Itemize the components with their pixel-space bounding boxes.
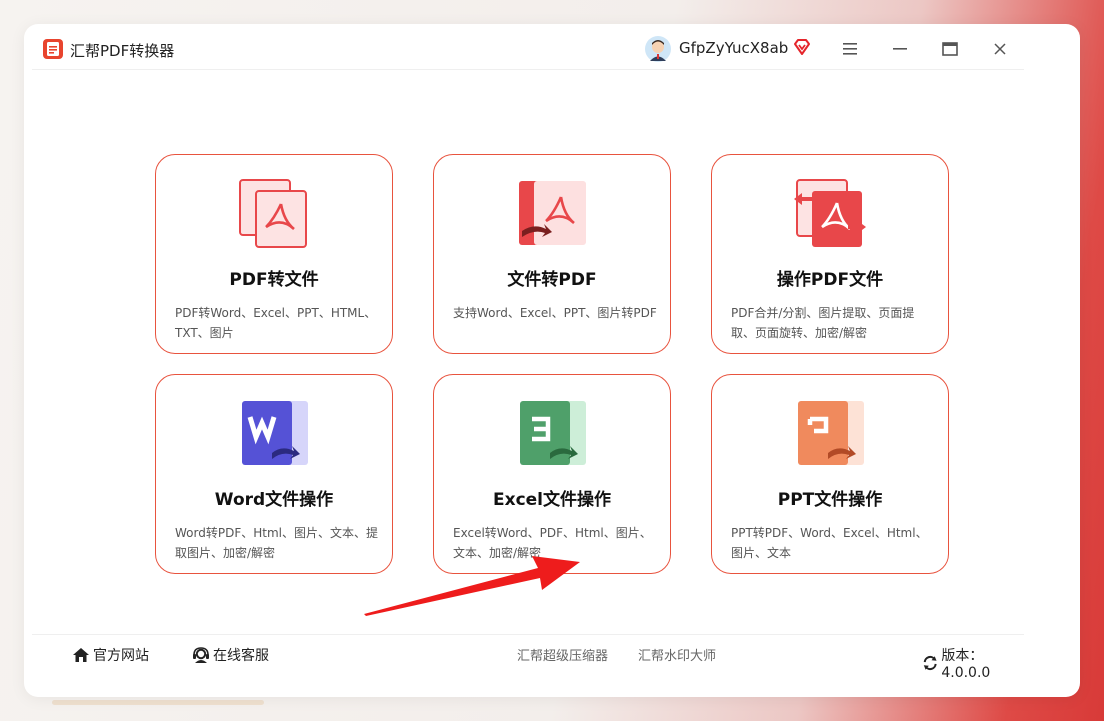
vip-diamond-icon[interactable] — [793, 38, 811, 56]
card-desc: PPT转PDF、Word、Excel、Html、图片、文本 — [731, 526, 928, 560]
card-title: PDF转文件 — [229, 270, 319, 290]
card-operate-pdf[interactable]: 操作PDF文件 PDF合并/分割、图片提取、页面提取、页面旋转、加密/解密 — [711, 154, 949, 354]
app-window — [24, 24, 1080, 697]
version-info[interactable]: 版本：4.0.0.0 — [922, 645, 1024, 681]
card-title: 操作PDF文件 — [776, 270, 884, 290]
maximize-icon — [942, 42, 958, 56]
card-desc: 支持Word、Excel、PPT、图片转PDF — [453, 306, 657, 320]
menu-icon — [843, 43, 857, 55]
close-icon — [994, 43, 1006, 55]
compressor-link[interactable]: 汇帮超级压缩器 — [517, 645, 608, 664]
card-pdf-to-file[interactable]: PDF转文件 PDF转Word、Excel、PPT、HTML、TXT、图片 — [155, 154, 393, 354]
official-website-label: 官方网站 — [93, 648, 149, 664]
watermark-link[interactable]: 汇帮水印大师 — [638, 645, 716, 664]
menu-button[interactable] — [838, 37, 862, 61]
card-word[interactable]: Word文件操作 Word转PDF、Html、图片、文本、提取图片、加密/解密 — [155, 374, 393, 574]
ppt-file-icon — [798, 401, 864, 465]
card-title: Word文件操作 — [214, 490, 334, 510]
minimize-icon — [893, 48, 907, 50]
card-desc: Word转PDF、Html、图片、文本、提取图片、加密/解密 — [175, 526, 378, 560]
word-file-icon — [242, 401, 308, 465]
online-support-label: 在线客服 — [213, 648, 269, 664]
home-icon — [73, 648, 89, 662]
app-logo-icon — [43, 39, 63, 59]
card-desc: PDF转Word、Excel、PPT、HTML、TXT、图片 — [175, 306, 377, 340]
official-website-link[interactable]: 官方网站 — [72, 645, 149, 665]
card-title: Excel文件操作 — [492, 490, 611, 510]
refresh-icon — [923, 655, 937, 671]
operate-pdf-icon — [794, 179, 866, 247]
card-title: PPT文件操作 — [777, 490, 883, 510]
headset-icon — [193, 647, 209, 663]
title-bar: 汇帮PDF转换器 GfpZyYucX8ab — [32, 32, 1024, 70]
username[interactable]: GfpZyYucX8ab — [679, 39, 788, 57]
card-file-to-pdf[interactable]: 文件转PDF 支持Word、Excel、PPT、图片转PDF — [433, 154, 671, 354]
card-ppt[interactable]: PPT文件操作 PPT转PDF、Word、Excel、Html、图片、文本 — [711, 374, 949, 574]
background-decoration — [52, 700, 264, 705]
card-desc: Excel转Word、PDF、Html、图片、文本、加密/解密 — [453, 526, 652, 560]
avatar-icon[interactable] — [644, 35, 672, 63]
online-support-link[interactable]: 在线客服 — [192, 645, 269, 665]
card-desc: PDF合并/分割、图片提取、页面提取、页面旋转、加密/解密 — [731, 306, 915, 340]
close-button[interactable] — [988, 37, 1012, 61]
card-excel[interactable]: Excel文件操作 Excel转Word、PDF、Html、图片、文本、加密/解… — [433, 374, 671, 574]
file-to-pdf-icon — [519, 181, 586, 245]
footer-bar: 官方网站 在线客服 汇帮超级压缩器 汇帮水印大师 版本：4.0.0.0 — [32, 634, 1024, 681]
card-title: 文件转PDF — [507, 270, 597, 290]
version-label: 版本：4.0.0.0 — [941, 648, 991, 681]
pdf-to-file-icon — [239, 179, 307, 248]
excel-file-icon — [520, 401, 586, 465]
app-title: 汇帮PDF转换器 — [70, 42, 175, 60]
minimize-button[interactable] — [888, 37, 912, 61]
maximize-button[interactable] — [938, 37, 962, 61]
